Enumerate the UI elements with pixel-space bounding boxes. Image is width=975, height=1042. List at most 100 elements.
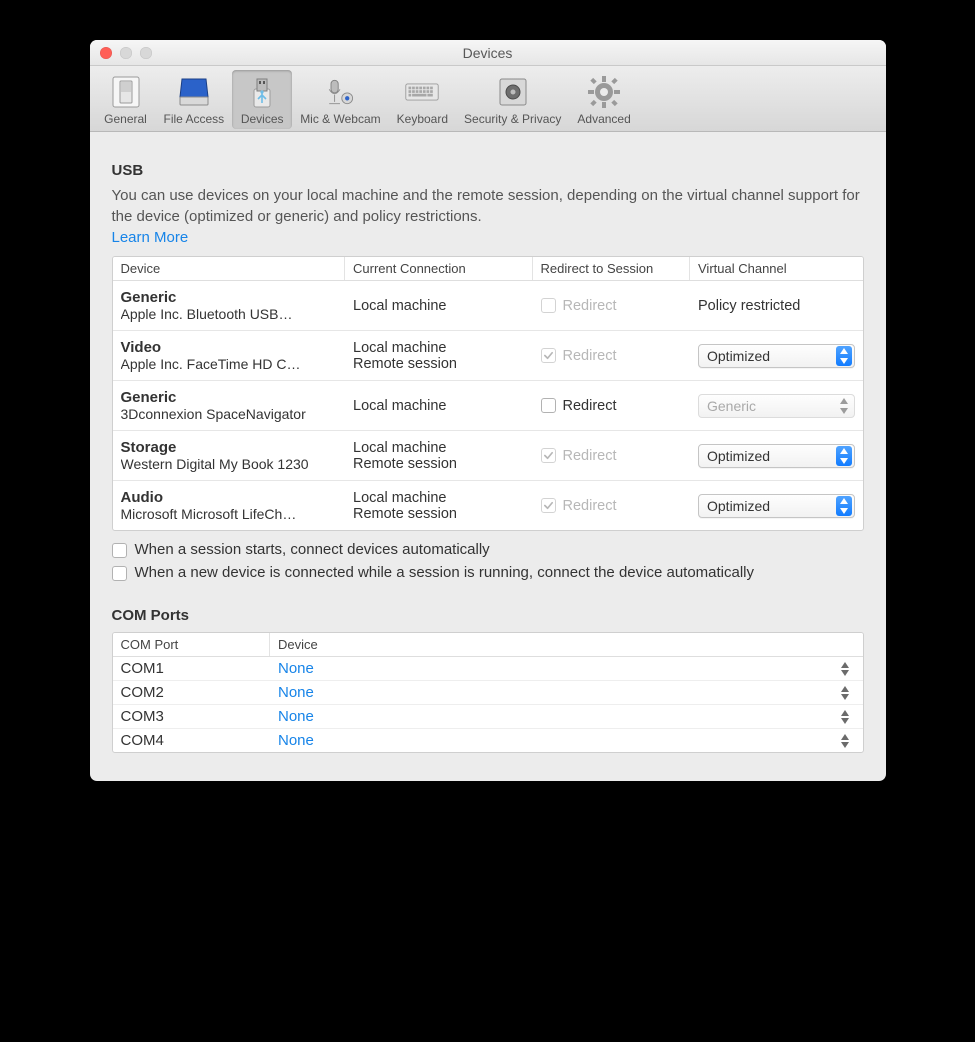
- tab-devices[interactable]: Devices: [232, 70, 292, 129]
- usb-table-header: Device Current Connection Redirect to Se…: [113, 257, 863, 281]
- device-name: 3Dconnexion SpaceNavigator: [121, 406, 338, 422]
- learn-more-link[interactable]: Learn More: [112, 229, 189, 246]
- virtual-channel-select[interactable]: Optimized: [698, 444, 855, 468]
- select-value: Optimized: [707, 498, 770, 514]
- select-value: Generic: [707, 398, 756, 414]
- connection-value: Remote session: [353, 456, 525, 472]
- com-device-value: None: [278, 708, 314, 725]
- com-device-select[interactable]: None: [270, 657, 863, 680]
- virtual-channel-select[interactable]: Optimized: [698, 344, 855, 368]
- table-row: GenericApple Inc. Bluetooth USB…Local ma…: [113, 281, 863, 331]
- mic-webcam-icon: [322, 74, 358, 110]
- device-type: Storage: [121, 439, 338, 456]
- safe-icon: [495, 74, 531, 110]
- window-title: Devices: [90, 45, 886, 61]
- checkbox-icon: [541, 298, 556, 313]
- tab-label: Security & Privacy: [464, 112, 561, 126]
- chevron-updown-icon: [841, 686, 855, 700]
- com-device-select[interactable]: None: [270, 681, 863, 704]
- chevron-updown-icon: [836, 446, 852, 466]
- usb-options: When a session starts, connect devices a…: [112, 541, 864, 581]
- device-cell: StorageWestern Digital My Book 1230: [113, 437, 346, 474]
- column-com-device: Device: [270, 633, 863, 656]
- select-value: Optimized: [707, 348, 770, 364]
- virtual-channel-cell: Optimized: [690, 442, 863, 470]
- tab-mic-webcam[interactable]: Mic & Webcam: [292, 70, 388, 129]
- chevron-updown-icon: [836, 396, 852, 416]
- option-auto-connect-on-start[interactable]: When a session starts, connect devices a…: [112, 541, 864, 558]
- virtual-channel-cell: Generic: [690, 392, 863, 420]
- device-cell: GenericApple Inc. Bluetooth USB…: [113, 287, 346, 324]
- usb-description: You can use devices on your local machin…: [112, 185, 864, 227]
- virtual-channel-select: Generic: [698, 394, 855, 418]
- chevron-updown-icon: [836, 496, 852, 516]
- virtual-channel-value: Policy restricted: [698, 298, 800, 314]
- com-heading: COM Ports: [112, 607, 864, 624]
- connection-value: Remote session: [353, 506, 525, 522]
- tab-label: Devices: [241, 112, 284, 126]
- table-row: COM2None: [113, 681, 863, 705]
- connection-cell: Local machineRemote session: [345, 438, 533, 474]
- com-port-name: COM4: [113, 729, 271, 752]
- chevron-updown-icon: [836, 346, 852, 366]
- preferences-toolbar: General File Access: [90, 66, 886, 132]
- tab-label: File Access: [164, 112, 225, 126]
- tab-advanced[interactable]: Advanced: [569, 70, 638, 129]
- virtual-channel-cell: Policy restricted: [690, 296, 863, 316]
- device-name: Western Digital My Book 1230: [121, 456, 338, 472]
- device-type: Video: [121, 339, 338, 356]
- device-name: Microsoft Microsoft LifeCh…: [121, 506, 338, 522]
- tab-label: Mic & Webcam: [300, 112, 380, 126]
- redirect-cell: Redirect: [533, 396, 691, 416]
- virtual-channel-cell: Optimized: [690, 342, 863, 370]
- option-auto-connect-on-plug[interactable]: When a new device is connected while a s…: [112, 564, 864, 581]
- chevron-updown-icon: [841, 710, 855, 724]
- chevron-updown-icon: [841, 662, 855, 676]
- device-name: Apple Inc. FaceTime HD C…: [121, 356, 338, 372]
- redirect-checkbox[interactable]: Redirect: [541, 398, 683, 414]
- device-type: Generic: [121, 289, 338, 306]
- com-device-select[interactable]: None: [270, 705, 863, 728]
- connection-value: Local machine: [353, 340, 525, 356]
- redirect-checkbox: Redirect: [541, 448, 683, 464]
- redirect-cell: Redirect: [533, 296, 691, 316]
- com-device-value: None: [278, 660, 314, 677]
- virtual-channel-select[interactable]: Optimized: [698, 494, 855, 518]
- redirect-label: Redirect: [563, 448, 617, 464]
- com-table-header: COM Port Device: [113, 633, 863, 657]
- com-port-name: COM3: [113, 705, 271, 728]
- keyboard-icon: [404, 74, 440, 110]
- redirect-label: Redirect: [563, 398, 617, 414]
- table-row: AudioMicrosoft Microsoft LifeCh… Local ma…: [113, 481, 863, 530]
- tab-file-access[interactable]: File Access: [156, 70, 233, 129]
- option-label: When a session starts, connect devices a…: [135, 541, 490, 558]
- tab-label: General: [104, 112, 147, 126]
- usb-heading: USB: [112, 162, 864, 179]
- table-row: COM4None: [113, 729, 863, 752]
- column-redirect: Redirect to Session: [533, 257, 691, 280]
- chevron-updown-icon: [841, 734, 855, 748]
- connection-value: Local machine: [353, 490, 525, 506]
- tab-general[interactable]: General: [96, 70, 156, 129]
- com-port-table: COM Port Device COM1NoneCOM2NoneCOM3None…: [112, 632, 864, 753]
- connection-value: Local machine: [353, 398, 525, 414]
- connection-cell: Local machine: [345, 396, 533, 416]
- tab-keyboard[interactable]: Keyboard: [389, 70, 456, 129]
- checkbox-icon: [112, 543, 127, 558]
- tab-security-privacy[interactable]: Security & Privacy: [456, 70, 569, 129]
- device-cell: Generic3Dconnexion SpaceNavigator: [113, 387, 346, 424]
- device-name: Apple Inc. Bluetooth USB…: [121, 306, 338, 322]
- tab-label: Advanced: [577, 112, 630, 126]
- com-device-value: None: [278, 684, 314, 701]
- device-type: Audio: [121, 489, 338, 506]
- redirect-cell: Redirect: [533, 446, 691, 466]
- option-label: When a new device is connected while a s…: [135, 564, 755, 581]
- content-area: USB You can use devices on your local ma…: [90, 132, 886, 781]
- connection-cell: Local machineRemote session: [345, 338, 533, 374]
- com-device-select[interactable]: None: [270, 729, 863, 752]
- redirect-label: Redirect: [563, 348, 617, 364]
- redirect-cell: Redirect: [533, 496, 691, 516]
- column-virtual-channel: Virtual Channel: [690, 257, 863, 280]
- com-port-name: COM1: [113, 657, 271, 680]
- switch-icon: [108, 74, 144, 110]
